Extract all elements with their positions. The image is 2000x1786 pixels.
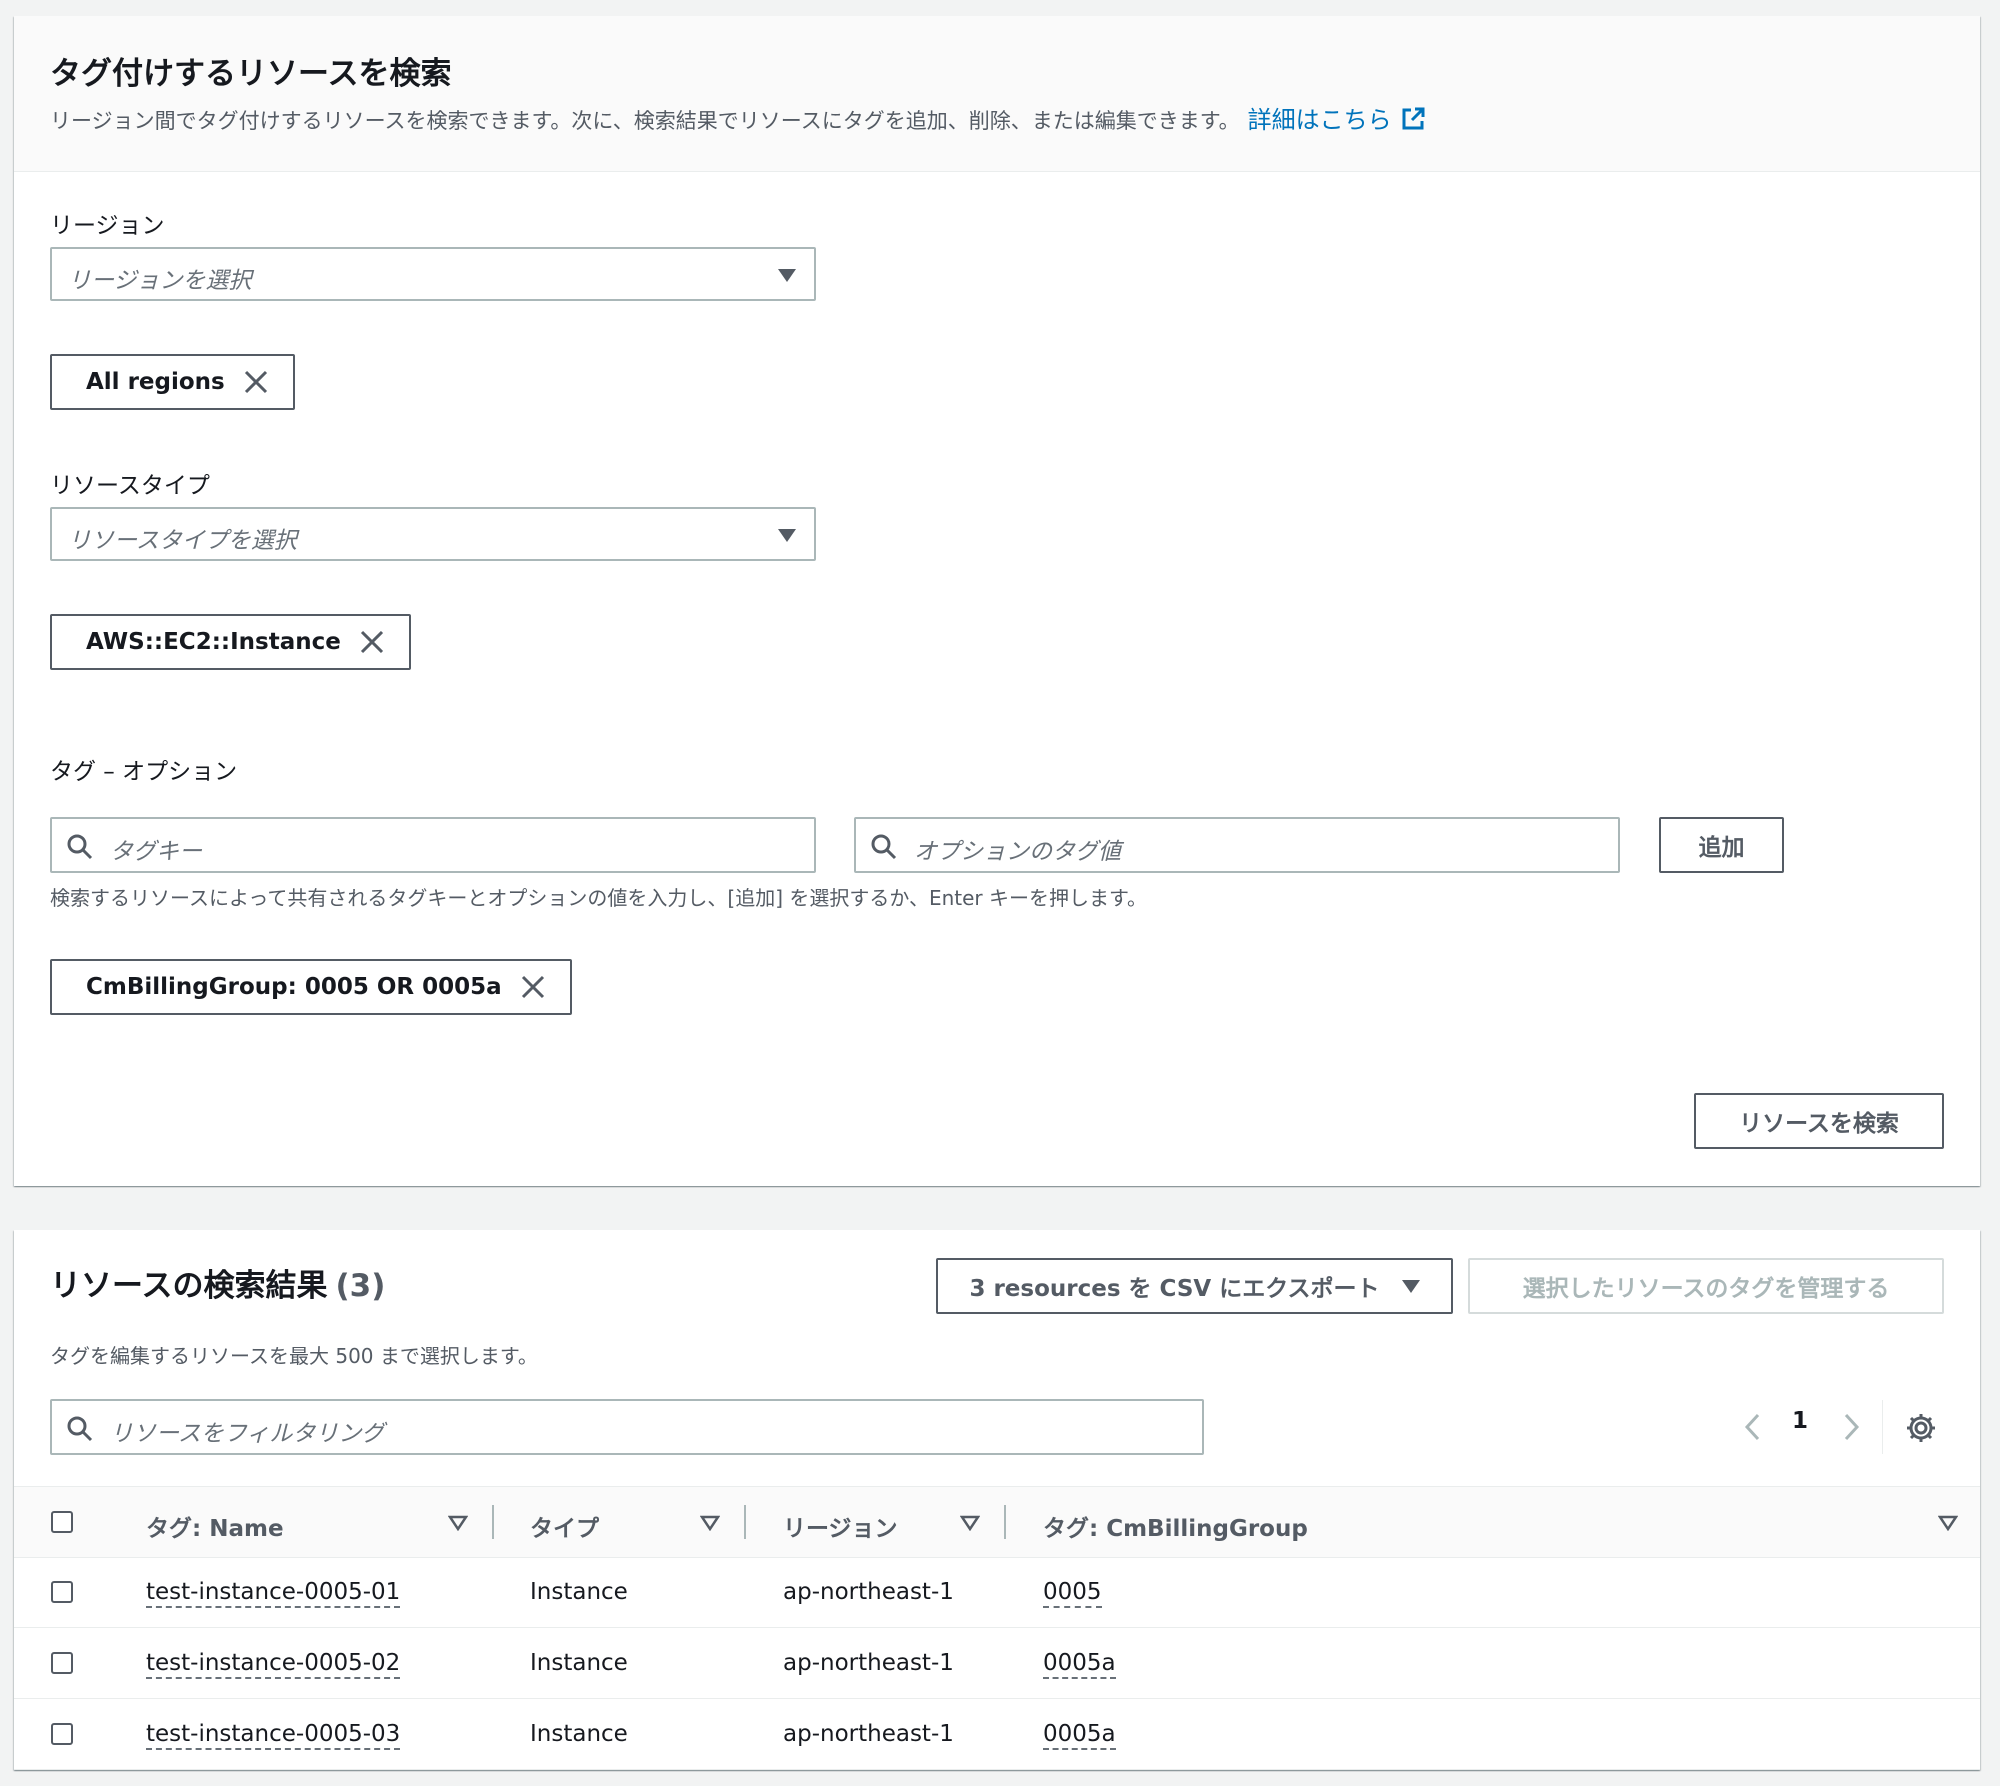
table-row[interactable]: test-instance-0005-03 Instance ap-northe… bbox=[14, 1699, 1980, 1770]
column-divider[interactable] bbox=[1004, 1505, 1006, 1539]
tags-hint: 検索するリソースによって共有されるタグキーとオプションの値を入力し、[追加] を… bbox=[50, 886, 1148, 910]
search-panel-title: タグ付けするリソースを検索 bbox=[50, 56, 452, 92]
results-panel: リソースの検索結果 (3) 3 resources を CSV にエクスポート 選… bbox=[14, 1230, 1980, 1770]
filter-resources-input[interactable]: リソースをフィルタリング bbox=[50, 1399, 1204, 1455]
column-header-name[interactable]: タグ: Name bbox=[146, 1509, 284, 1543]
sort-icon[interactable] bbox=[959, 1515, 981, 1532]
results-title: リソースの検索結果 (3) bbox=[50, 1260, 385, 1305]
column-header-region[interactable]: リージョン bbox=[783, 1509, 898, 1543]
resource-name[interactable]: test-instance-0005-03 bbox=[146, 1721, 401, 1750]
resource-type: Instance bbox=[530, 1579, 628, 1605]
tag-key-input[interactable]: タグキー bbox=[50, 817, 816, 873]
export-csv-label: 3 resources を CSV にエクスポート bbox=[969, 1276, 1380, 1302]
sort-icon[interactable] bbox=[699, 1515, 721, 1532]
table-row[interactable]: test-instance-0005-01 Instance ap-northe… bbox=[14, 1557, 1980, 1628]
row-checkbox[interactable] bbox=[51, 1723, 73, 1745]
resource-region: ap-northeast-1 bbox=[783, 1721, 954, 1747]
region-token: All regions bbox=[50, 354, 295, 410]
caret-down-icon bbox=[778, 269, 796, 282]
select-all-checkbox[interactable] bbox=[51, 1511, 73, 1533]
column-header-type[interactable]: タイプ bbox=[530, 1509, 599, 1543]
tag-filter-token: CmBillingGroup: 0005 OR 0005a bbox=[50, 959, 572, 1015]
sort-icon[interactable] bbox=[447, 1515, 469, 1532]
resource-billing-group[interactable]: 0005a bbox=[1043, 1650, 1116, 1679]
results-description: タグを編集するリソースを最大 500 まで選択します。 bbox=[50, 1344, 538, 1368]
table-header: タグ: Name タイプ リージョン タグ: CmBillingGroup bbox=[14, 1486, 1980, 1558]
column-divider[interactable] bbox=[492, 1505, 494, 1539]
tag-key-placeholder: タグキー bbox=[110, 839, 202, 865]
search-panel-description: リージョン間でタグ付けするリソースを検索できます。次に、検索結果でリソースにタグ… bbox=[50, 100, 1426, 138]
learn-more-label: 詳細はこちら bbox=[1247, 106, 1392, 134]
resource-name[interactable]: test-instance-0005-02 bbox=[146, 1650, 401, 1679]
resource-type-select-placeholder: リソースタイプを選択 bbox=[68, 528, 297, 554]
region-token-label: All regions bbox=[86, 369, 225, 395]
tag-value-placeholder: オプションのタグ値 bbox=[914, 839, 1121, 865]
close-icon[interactable] bbox=[520, 974, 546, 1000]
search-resources-button[interactable]: リソースを検索 bbox=[1694, 1093, 1944, 1149]
learn-more-link[interactable]: 詳細はこちら bbox=[1248, 106, 1426, 134]
results-count: (3) bbox=[335, 1268, 386, 1304]
column-divider[interactable] bbox=[744, 1505, 746, 1539]
region-select-placeholder: リージョンを選択 bbox=[68, 268, 252, 294]
external-link-icon bbox=[1400, 106, 1426, 138]
row-checkbox[interactable] bbox=[51, 1652, 73, 1674]
row-checkbox[interactable] bbox=[51, 1581, 73, 1603]
caret-down-icon bbox=[778, 529, 796, 542]
search-icon bbox=[66, 1415, 94, 1443]
results-title-text: リソースの検索結果 bbox=[50, 1268, 328, 1304]
pagination-divider bbox=[1882, 1400, 1883, 1454]
page-number[interactable]: 1 bbox=[1792, 1408, 1808, 1434]
search-resources-panel: タグ付けするリソースを検索 リージョン間でタグ付けするリソースを検索できます。次… bbox=[14, 16, 1980, 1186]
export-csv-button[interactable]: 3 resources を CSV にエクスポート bbox=[936, 1258, 1453, 1314]
search-icon bbox=[66, 833, 94, 861]
search-icon bbox=[870, 833, 898, 861]
region-label: リージョン bbox=[50, 213, 165, 239]
resource-type-token: AWS::EC2::Instance bbox=[50, 614, 411, 670]
tag-filter-token-label: CmBillingGroup: 0005 OR 0005a bbox=[86, 974, 502, 1000]
resource-region: ap-northeast-1 bbox=[783, 1650, 954, 1676]
close-icon[interactable] bbox=[243, 369, 269, 395]
resource-type-label: リソースタイプ bbox=[50, 473, 210, 499]
resource-type-select[interactable]: リソースタイプを選択 bbox=[50, 507, 816, 561]
chevron-right-icon[interactable] bbox=[1840, 1412, 1862, 1442]
gear-icon[interactable] bbox=[1905, 1412, 1937, 1444]
resource-type: Instance bbox=[530, 1721, 628, 1747]
region-select[interactable]: リージョンを選択 bbox=[50, 247, 816, 301]
resource-name[interactable]: test-instance-0005-01 bbox=[146, 1579, 401, 1608]
table-row[interactable]: test-instance-0005-02 Instance ap-northe… bbox=[14, 1628, 1980, 1699]
close-icon[interactable] bbox=[359, 629, 385, 655]
sort-icon[interactable] bbox=[1937, 1515, 1959, 1532]
search-panel-description-text: リージョン間でタグ付けするリソースを検索できます。次に、検索結果でリソースにタグ… bbox=[50, 109, 1240, 133]
manage-tags-button[interactable]: 選択したリソースのタグを管理する bbox=[1468, 1258, 1944, 1314]
search-panel-header: タグ付けするリソースを検索 リージョン間でタグ付けするリソースを検索できます。次… bbox=[14, 16, 1980, 172]
caret-down-icon bbox=[1401, 1279, 1420, 1293]
resource-type-token-label: AWS::EC2::Instance bbox=[86, 629, 341, 655]
resource-billing-group[interactable]: 0005 bbox=[1043, 1579, 1102, 1608]
tag-value-input[interactable]: オプションのタグ値 bbox=[854, 817, 1620, 873]
tags-label: タグ – オプション bbox=[50, 759, 238, 785]
resource-region: ap-northeast-1 bbox=[783, 1579, 954, 1605]
resource-billing-group[interactable]: 0005a bbox=[1043, 1721, 1116, 1750]
chevron-left-icon[interactable] bbox=[1742, 1412, 1764, 1442]
add-tag-button[interactable]: 追加 bbox=[1659, 817, 1784, 873]
filter-resources-placeholder: リソースをフィルタリング bbox=[110, 1421, 385, 1447]
resource-type: Instance bbox=[530, 1650, 628, 1676]
column-header-billing-group[interactable]: タグ: CmBillingGroup bbox=[1043, 1509, 1308, 1543]
